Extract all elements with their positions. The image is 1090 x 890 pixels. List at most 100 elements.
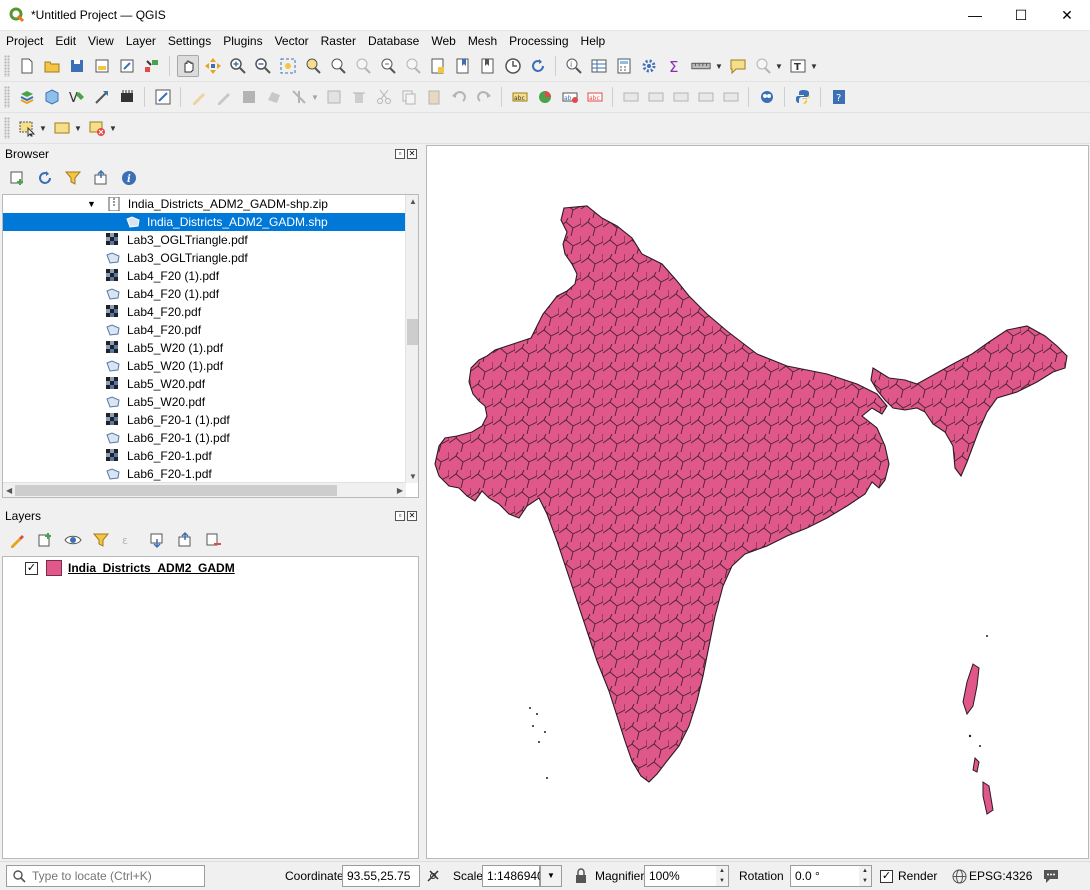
browser-item[interactable]: Lab6_F20-1 (1).pdf [3, 429, 406, 447]
nicobar-island-shape[interactable] [972, 756, 980, 773]
crs-label[interactable]: EPSG:4326 [969, 869, 1032, 883]
menu-processing[interactable]: Processing [503, 31, 574, 51]
add-mesh-layer-icon[interactable] [116, 86, 138, 108]
close-button[interactable]: ✕ [1044, 0, 1090, 31]
layer-visibility-checkbox[interactable]: ✓ [25, 561, 38, 575]
zoom-to-layer-icon[interactable] [327, 55, 349, 77]
collapse-all-icon[interactable] [90, 167, 112, 189]
pan-to-selection-icon[interactable] [202, 55, 224, 77]
menu-mesh[interactable]: Mesh [462, 31, 503, 51]
horizontal-scroll-thumb[interactable] [15, 485, 337, 496]
new-geopackage-layer-icon[interactable] [41, 86, 63, 108]
minimize-button[interactable]: — [952, 0, 998, 31]
browser-item[interactable]: Lab3_OGLTriangle.pdf [3, 249, 406, 267]
help-contents-icon[interactable]: ? [828, 86, 850, 108]
browser-item[interactable]: Lab6_F20-1.pdf [3, 447, 406, 465]
browser-item[interactable]: Lab5_W20 (1).pdf [3, 339, 406, 357]
modify-attributes-icon[interactable] [323, 86, 345, 108]
add-layers-icon[interactable] [6, 167, 28, 189]
move-label-icon[interactable] [645, 86, 667, 108]
menu-raster[interactable]: Raster [315, 31, 362, 51]
lock-scale-icon[interactable] [574, 868, 588, 884]
menu-vector[interactable]: Vector [269, 31, 315, 51]
float-panel-icon[interactable]: ▫ [395, 149, 405, 159]
great-nicobar-shape[interactable] [982, 781, 994, 815]
processing-toolbox-icon[interactable] [638, 55, 660, 77]
scroll-left-arrow-icon[interactable]: ◀ [6, 486, 12, 495]
scroll-down-arrow-icon[interactable]: ▼ [409, 472, 417, 481]
layer-symbol-swatch[interactable] [46, 560, 62, 576]
layout-manager-icon[interactable] [116, 55, 138, 77]
new-project-icon[interactable] [16, 55, 38, 77]
rotate-label-icon[interactable] [670, 86, 692, 108]
locator-input[interactable] [32, 869, 192, 883]
menu-layer[interactable]: Layer [120, 31, 162, 51]
zoom-out-icon[interactable] [252, 55, 274, 77]
browser-vertical-scrollbar[interactable]: ▲ ▼ [405, 195, 418, 483]
browser-item[interactable]: Lab4_F20 (1).pdf [3, 285, 406, 303]
filter-legend-icon[interactable] [90, 529, 112, 551]
browser-item[interactable]: Lab5_W20.pdf [3, 375, 406, 393]
pin-labels-icon[interactable] [620, 86, 642, 108]
menu-web[interactable]: Web [425, 31, 461, 51]
menu-settings[interactable]: Settings [162, 31, 217, 51]
browser-item[interactable]: Lab4_F20.pdf [3, 321, 406, 339]
browser-item[interactable]: Lab4_F20.pdf [3, 303, 406, 321]
zoom-full-icon[interactable] [277, 55, 299, 77]
show-hide-labels-icon[interactable]: abc [584, 86, 606, 108]
refresh-browser-icon[interactable] [34, 167, 56, 189]
layer-diagram-icon[interactable] [534, 86, 556, 108]
field-calculator-icon[interactable] [613, 55, 635, 77]
layer-item[interactable]: ✓ India_Districts_ADM2_GADM [25, 559, 235, 577]
browser-item[interactable]: Lab5_W20.pdf [3, 393, 406, 411]
browser-horizontal-scrollbar[interactable]: ◀ ▶ [3, 482, 406, 497]
float-panel-icon[interactable]: ▫ [395, 511, 405, 521]
scale-dropdown-icon[interactable]: ▼ [540, 865, 562, 887]
locator-box[interactable] [6, 865, 205, 887]
map-canvas[interactable] [426, 145, 1089, 859]
add-group-icon[interactable] [34, 529, 56, 551]
select-by-location-icon[interactable] [752, 55, 774, 77]
copy-features-icon[interactable] [398, 86, 420, 108]
remove-layer-icon[interactable] [202, 529, 224, 551]
current-edits-icon[interactable] [188, 86, 210, 108]
save-project-icon[interactable] [66, 55, 88, 77]
collapse-all-layers-icon[interactable] [174, 529, 196, 551]
refresh-icon[interactable] [527, 55, 549, 77]
layer-name[interactable]: India_Districts_ADM2_GADM [68, 561, 235, 575]
zoom-next-icon[interactable] [402, 55, 424, 77]
zoom-last-icon[interactable] [377, 55, 399, 77]
save-edits-icon[interactable] [238, 86, 260, 108]
deselect-features-icon[interactable] [86, 117, 108, 139]
python-console-icon[interactable] [792, 86, 814, 108]
messages-icon[interactable] [1042, 868, 1060, 884]
close-panel-icon[interactable]: ✕ [407, 149, 417, 159]
open-project-icon[interactable] [41, 55, 63, 77]
new-bookmark-icon[interactable] [452, 55, 474, 77]
new-print-layout-icon[interactable] [91, 55, 113, 77]
add-vector-layer-icon[interactable]: V [66, 86, 88, 108]
browser-item-shp[interactable]: India_Districts_ADM2_GADM.shp [3, 213, 406, 231]
browser-item[interactable]: Lab6_F20-1.pdf [3, 465, 406, 483]
select-features-icon[interactable] [16, 117, 38, 139]
menu-project[interactable]: Project [0, 31, 49, 51]
browser-item[interactable]: Lab6_F20-1 (1).pdf [3, 411, 406, 429]
scroll-right-arrow-icon[interactable]: ▶ [397, 486, 403, 495]
vertex-tool-icon[interactable] [288, 86, 310, 108]
rotation-field[interactable]: 0.0 ° [790, 865, 860, 887]
zoom-native-icon[interactable] [352, 55, 374, 77]
menu-plugins[interactable]: Plugins [217, 31, 268, 51]
expand-arrow-icon[interactable]: ▼ [87, 199, 96, 209]
toggle-editing-icon[interactable] [152, 86, 174, 108]
menu-view[interactable]: View [82, 31, 120, 51]
pan-map-icon[interactable] [176, 55, 199, 77]
style-manager-icon[interactable] [141, 55, 163, 77]
labeling-icon[interactable]: abc [509, 86, 531, 108]
properties-info-icon[interactable]: i [118, 167, 140, 189]
zoom-in-icon[interactable] [227, 55, 249, 77]
statistical-summary-icon[interactable]: Σ [663, 55, 685, 77]
close-panel-icon[interactable]: ✕ [407, 511, 417, 521]
map-tips-icon[interactable] [727, 55, 749, 77]
browser-item[interactable]: Lab4_F20 (1).pdf [3, 267, 406, 285]
menu-edit[interactable]: Edit [49, 31, 82, 51]
